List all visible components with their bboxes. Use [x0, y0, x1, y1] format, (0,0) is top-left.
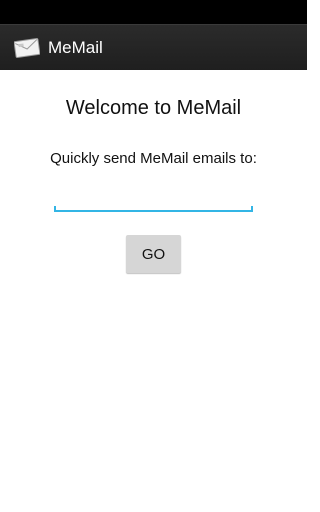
field-edge-right [251, 206, 253, 212]
field-edge-left [54, 206, 56, 212]
main-content: Welcome to MeMail Quickly send MeMail em… [0, 70, 307, 512]
status-bar [0, 0, 307, 24]
welcome-heading: Welcome to MeMail [65, 97, 242, 119]
recipient-email-field[interactable] [54, 188, 253, 212]
send-prompt-label: Quickly send MeMail emails to: [50, 150, 257, 167]
go-button[interactable]: GO [126, 235, 181, 273]
action-bar: MeMail [0, 24, 307, 70]
app-title: MeMail [48, 37, 103, 57]
envelope-icon [14, 37, 40, 58]
